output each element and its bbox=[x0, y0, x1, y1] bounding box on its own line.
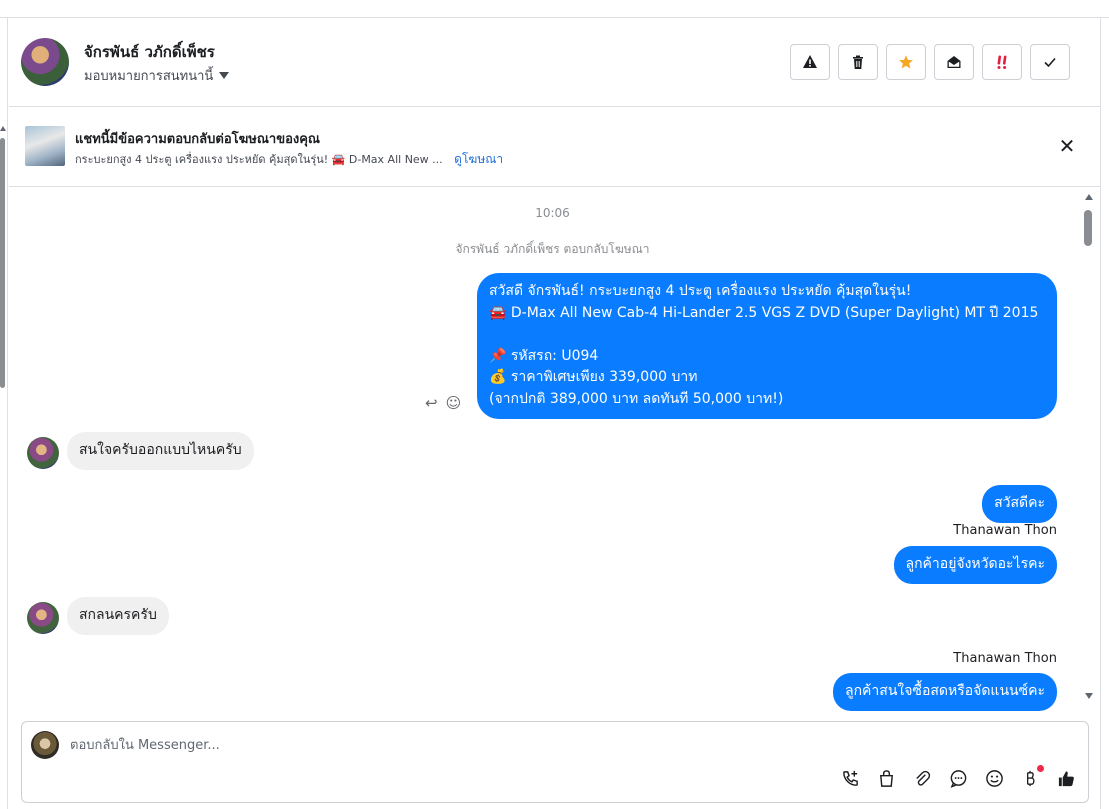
contact-name[interactable]: จักรพันธ์ วภักดิ์เพ็ชร bbox=[84, 40, 215, 64]
caret-down-icon bbox=[219, 72, 230, 79]
notification-dot bbox=[1037, 765, 1044, 772]
outgoing-message: สวัสดีคะ bbox=[982, 485, 1057, 523]
attach-icon[interactable] bbox=[913, 769, 932, 788]
close-icon[interactable]: ✕ bbox=[1058, 136, 1076, 156]
ad-banner-subtitle: กระบะยกสูง 4 ประตู เครื่องแรง ประหยัด คุ… bbox=[75, 150, 503, 169]
trash-icon bbox=[853, 55, 863, 69]
conversation-header: จักรพันธ์ วภักดิ์เพ็ชร มอบหมายการสนทนานี… bbox=[9, 18, 1100, 107]
sender-name: Thanawan Thon bbox=[953, 651, 1057, 666]
message-actions: ↩ ☺ bbox=[425, 394, 461, 412]
emoji-icon[interactable] bbox=[985, 769, 1004, 788]
delete-button[interactable] bbox=[838, 44, 878, 80]
header-toolbar bbox=[790, 44, 1070, 80]
page-avatar bbox=[31, 731, 59, 759]
reply-icon[interactable]: ↩ bbox=[425, 394, 438, 412]
ad-banner-text: กระบะยกสูง 4 ประตู เครื่องแรง ประหยัด คุ… bbox=[75, 153, 443, 166]
report-button[interactable] bbox=[790, 44, 830, 80]
left-scrollbar[interactable] bbox=[0, 18, 8, 809]
ad-thumbnail[interactable] bbox=[25, 126, 65, 166]
composer-toolbar bbox=[841, 765, 1076, 788]
like-icon[interactable] bbox=[1057, 769, 1076, 788]
message-composer bbox=[21, 721, 1089, 803]
contact-avatar-small[interactable] bbox=[27, 437, 59, 469]
scroll-thumb[interactable] bbox=[1084, 210, 1092, 246]
messenger-inbox: จักรพันธ์ วภักดิ์เพ็ชร มอบหมายการสนทนานี… bbox=[0, 0, 1109, 809]
baht-icon[interactable] bbox=[1021, 765, 1044, 788]
view-ad-link[interactable]: ดูโฆษณา bbox=[454, 152, 503, 166]
star-button[interactable] bbox=[886, 44, 926, 80]
scroll-thumb[interactable] bbox=[0, 138, 5, 388]
message-list: 10:06 จักรพันธ์ วภักดิ์เพ็ชร ตอบกลับโฆษณ… bbox=[9, 188, 1100, 711]
assign-label: มอบหมายการสนทนานี้ bbox=[84, 69, 214, 84]
contact-avatar[interactable] bbox=[21, 38, 69, 86]
follow-up-button[interactable] bbox=[982, 44, 1022, 80]
ad-reply-banner: แชทนี้มีข้อความตอบกลับต่อโฆษณาของคุณ กระ… bbox=[9, 107, 1100, 187]
mark-unread-button[interactable] bbox=[934, 44, 974, 80]
ad-banner-title: แชทนี้มีข้อความตอบกลับต่อโฆษณาของคุณ bbox=[75, 132, 320, 147]
incoming-message: สกลนครครับ bbox=[67, 597, 169, 635]
mark-unread-icon bbox=[947, 56, 961, 68]
contact-avatar-small[interactable] bbox=[27, 602, 59, 634]
sender-name: Thanawan Thon bbox=[953, 523, 1057, 538]
scroll-up-arrow-icon[interactable] bbox=[1085, 194, 1093, 200]
follow-up-icon bbox=[997, 55, 1007, 69]
right-divider bbox=[1100, 18, 1109, 809]
emoji-react-icon[interactable]: ☺ bbox=[446, 394, 462, 412]
assign-conversation-dropdown[interactable]: มอบหมายการสนทนานี้ bbox=[84, 65, 230, 86]
timestamp: 10:06 bbox=[535, 206, 570, 220]
reply-input[interactable] bbox=[70, 734, 970, 756]
shopping-bag-icon[interactable] bbox=[877, 769, 896, 788]
outgoing-ad-message: สวัสดี จักรพันธ์! กระบะยกสูง 4 ประตู เคร… bbox=[477, 273, 1057, 419]
call-add-icon[interactable] bbox=[841, 769, 860, 788]
saved-reply-icon[interactable] bbox=[949, 769, 968, 788]
message-list-scrollbar[interactable] bbox=[1082, 188, 1094, 711]
top-strip bbox=[0, 0, 1109, 18]
star-icon bbox=[899, 55, 913, 69]
ad-reply-note: จักรพันธ์ วภักดิ์เพ็ชร ตอบกลับโฆษณา bbox=[455, 242, 650, 256]
mark-done-button[interactable] bbox=[1030, 44, 1070, 80]
done-icon bbox=[1044, 57, 1056, 68]
incoming-message: สนใจครับออกแบบไหนครับ bbox=[67, 432, 254, 470]
scroll-up-arrow-icon[interactable] bbox=[0, 126, 6, 131]
outgoing-message: ลูกค้าสนใจซื้อสดหรือจัดแนนซ์คะ bbox=[833, 673, 1057, 711]
outgoing-message: ลูกค้าอยู่จังหวัดอะไรคะ bbox=[893, 546, 1057, 584]
report-icon bbox=[803, 55, 817, 68]
scroll-down-arrow-icon[interactable] bbox=[1085, 693, 1093, 699]
